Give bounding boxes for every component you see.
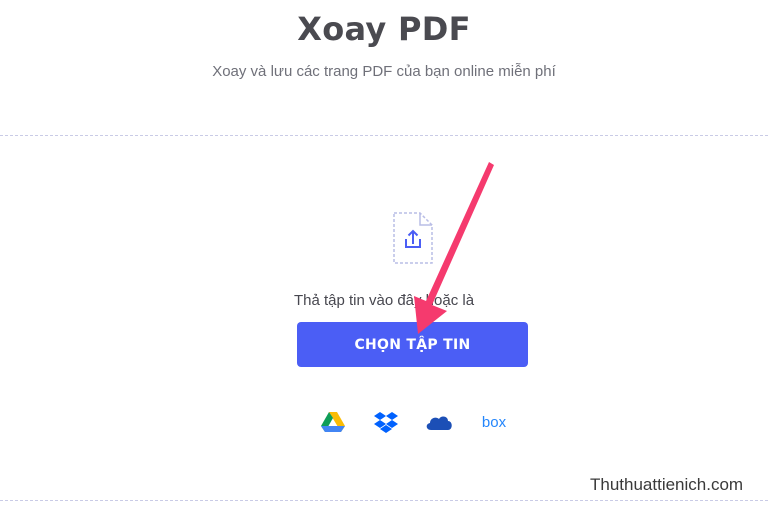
dropbox-icon[interactable] xyxy=(371,408,401,436)
svg-text:box: box xyxy=(482,414,507,431)
drop-files-text: Thả tập tin vào đây hoặc là xyxy=(293,292,475,309)
page-title: Xoay PDF xyxy=(297,10,471,48)
watermark-text: Thuthuattienich.com xyxy=(590,475,744,494)
dropzone-bottom-border xyxy=(0,500,768,501)
choose-file-button[interactable]: CHỌN TẬP TIN xyxy=(297,322,528,367)
file-upload-icon xyxy=(390,210,436,266)
cloud-source-row: box xyxy=(0,408,768,436)
onedrive-icon[interactable] xyxy=(424,408,454,436)
page-subtitle: Xoay và lưu các trang PDF của bạn online… xyxy=(212,63,556,80)
box-icon[interactable]: box xyxy=(477,408,511,436)
google-drive-icon[interactable] xyxy=(318,408,348,436)
dropzone-top-border xyxy=(0,135,768,136)
